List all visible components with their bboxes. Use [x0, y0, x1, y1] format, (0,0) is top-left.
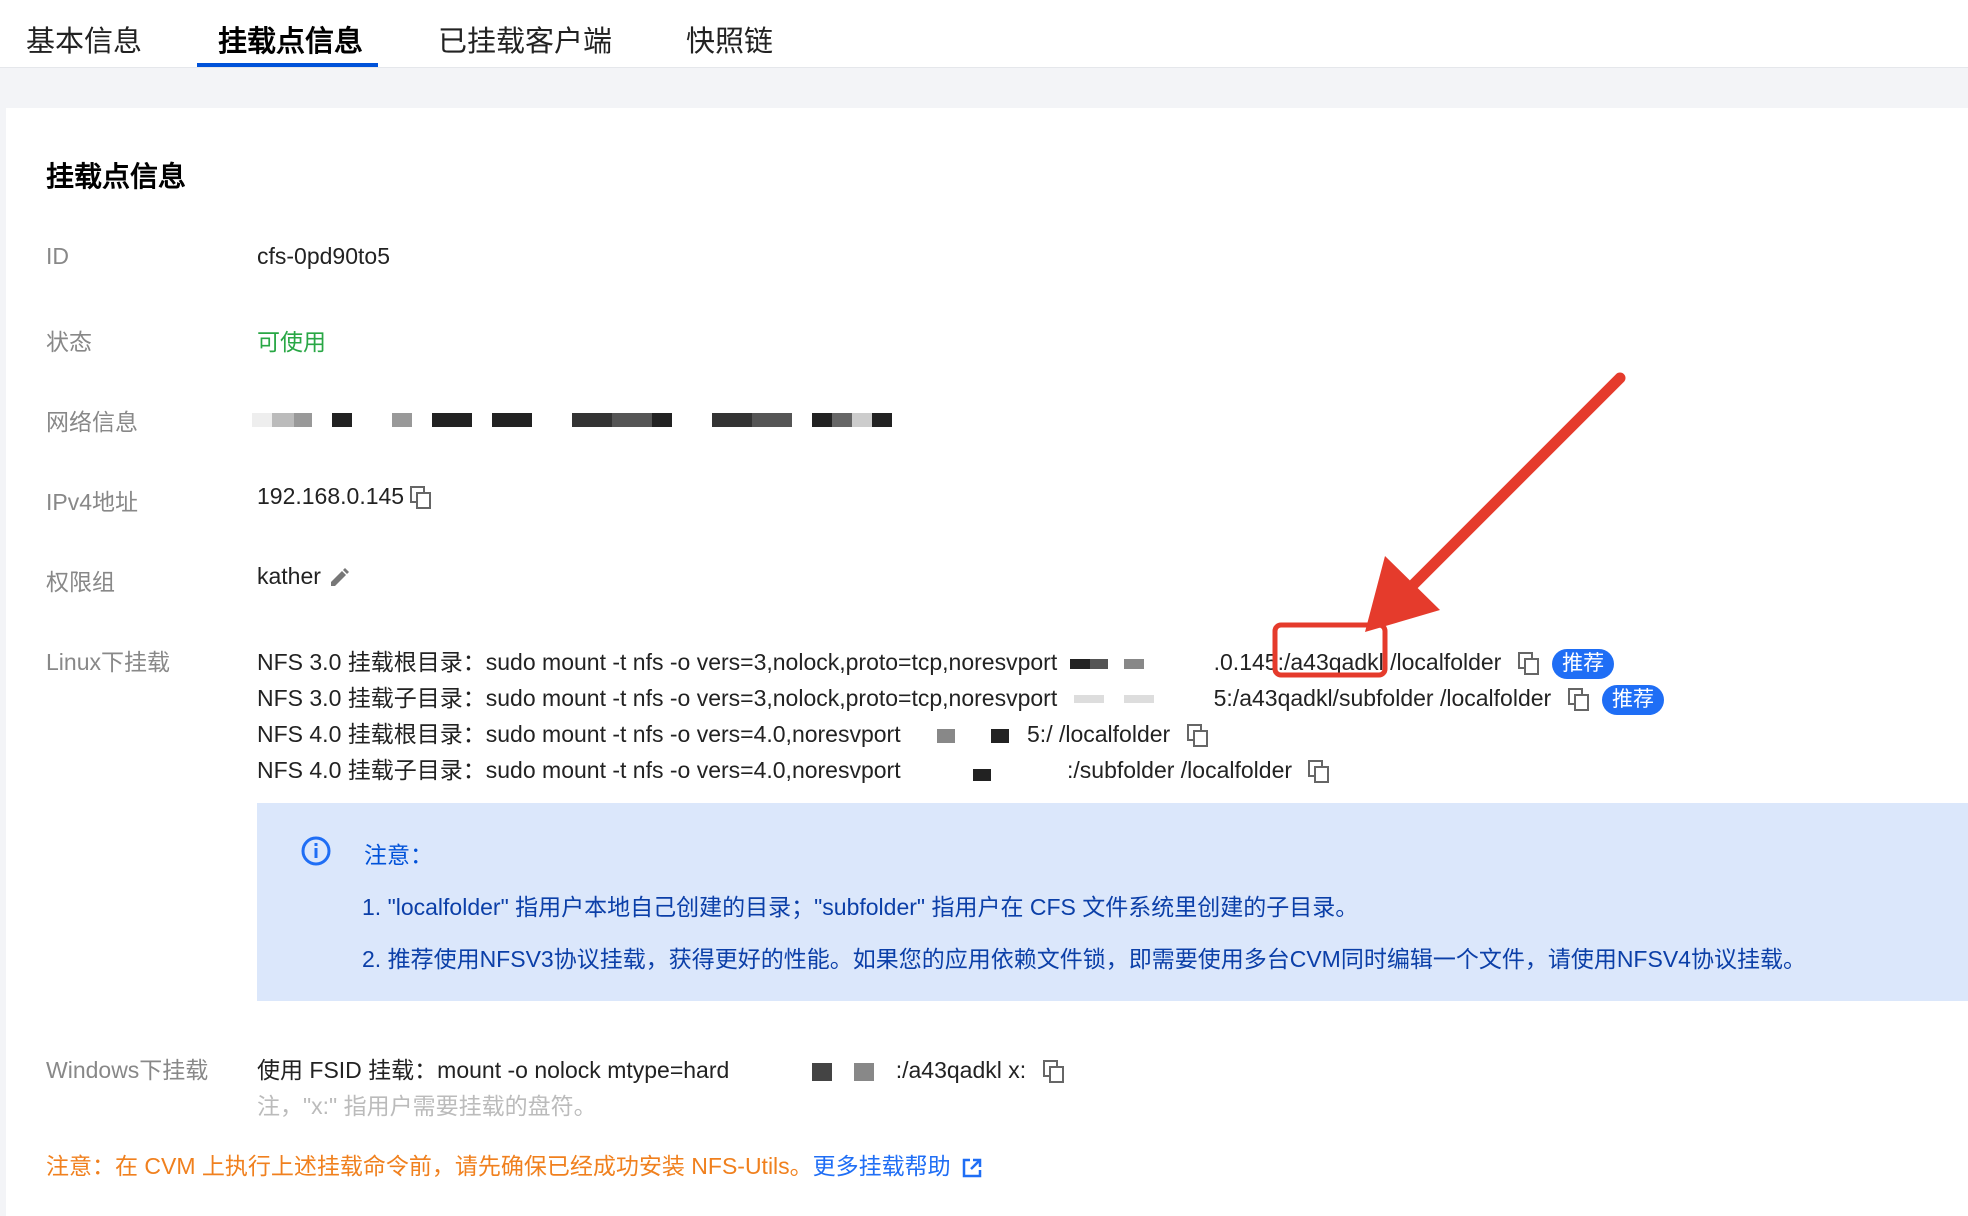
ipv4-value: 192.168.0.145	[257, 483, 405, 509]
cmd-text: sudo mount -t nfs -o vers=4.0,noresvport	[485, 721, 901, 747]
copy-icon[interactable]	[1308, 759, 1330, 784]
copy-icon[interactable]	[1517, 651, 1540, 676]
nfs3-subdir-cmd: NFS 3.0 挂载子目录：sudo mount -t nfs -o vers=…	[257, 679, 1664, 715]
cmd-text: mount -o nolock mtype=hard	[437, 1057, 730, 1083]
warning-text: 注意：在 CVM 上执行上述挂载命令前，请先确保已经成功安装 NFS-Utils…	[46, 1153, 813, 1179]
external-link-icon[interactable]	[961, 1157, 983, 1179]
active-tab-indicator	[197, 63, 378, 67]
nfs4-subdir-cmd: NFS 4.0 挂载子目录：sudo mount -t nfs -o vers=…	[257, 751, 1330, 784]
notice-line-2: 2. 推荐使用NFSV3协议挂载，获得更好的性能。如果您的应用依赖文件锁，即需要…	[362, 946, 1806, 972]
cmd-prefix: NFS 3.0 挂载子目录：	[257, 685, 486, 711]
tab-snapshot-chain[interactable]: 快照链	[686, 18, 773, 60]
cmd-text: sudo mount -t nfs -o vers=3,nolock,proto…	[485, 649, 1058, 675]
ipv4-row: 192.168.0.145	[257, 483, 432, 510]
nfs3-root-cmd: NFS 3.0 挂载根目录：sudo mount -t nfs -o vers=…	[257, 643, 1615, 679]
network-info-redacted	[252, 405, 912, 435]
windows-mount-cmd: 使用 FSID 挂载：mount -o nolock mtype=hard :/…	[257, 1051, 1065, 1084]
tab-mounted-clients[interactable]: 已挂载客户端	[438, 18, 612, 60]
notice-line-1: 1. "localfolder" 指用户本地自己创建的目录；"subfolder…	[362, 894, 1359, 920]
drive-letter-hint: 注，"x:" 指用户需要挂载的盘符。	[257, 1093, 597, 1119]
fs-path: / /localfolder	[1046, 721, 1171, 747]
host-redacted	[1064, 653, 1214, 675]
cmd-prefix: NFS 3.0 挂载根目录：	[257, 649, 486, 675]
windows-mount-label: Windows下挂载	[46, 1057, 209, 1083]
pencil-edit-icon[interactable]	[327, 566, 351, 590]
host-tail: .0.145:	[1213, 649, 1284, 675]
tab-basic-info[interactable]: 基本信息	[26, 18, 142, 60]
cmd-text: sudo mount -t nfs -o vers=4.0,noresvport	[485, 757, 901, 783]
cmd-prefix: NFS 4.0 挂载根目录：	[257, 721, 486, 747]
local-folder: /localfolder	[1383, 649, 1502, 675]
id-value: cfs-0pd90to5	[257, 243, 390, 269]
permission-group-value: kather	[257, 563, 321, 589]
ipv4-label: IPv4地址	[46, 489, 139, 515]
notice-title: 注意：	[364, 842, 433, 868]
status-value: 可使用	[257, 329, 326, 355]
id-label: ID	[46, 243, 69, 269]
host-redacted	[1064, 689, 1214, 711]
permission-group-row: kather	[257, 563, 351, 590]
install-warning: 注意：在 CVM 上执行上述挂载命令前，请先确保已经成功安装 NFS-Utils…	[46, 1147, 983, 1181]
copy-icon[interactable]	[1042, 1059, 1065, 1084]
host-redacted	[907, 725, 1027, 747]
tab-mount-point-info[interactable]: 挂载点信息	[218, 18, 363, 60]
more-help-link[interactable]: 更多挂载帮助	[813, 1153, 951, 1179]
network-label: 网络信息	[46, 409, 138, 435]
host-redacted	[907, 761, 1067, 783]
status-label: 状态	[46, 329, 92, 355]
host-tail: 5:	[1027, 721, 1047, 747]
fs-path-highlighted: /a43qadkl	[1283, 649, 1384, 675]
permission-group-label: 权限组	[46, 569, 115, 595]
copy-icon[interactable]	[410, 485, 432, 510]
fs-subpath: /subfolder /localfolder	[1073, 757, 1293, 783]
nfs4-root-cmd: NFS 4.0 挂载根目录：sudo mount -t nfs -o vers=…	[257, 715, 1209, 748]
recommended-badge: 推荐	[1601, 684, 1664, 715]
copy-icon[interactable]	[1186, 723, 1209, 748]
copy-icon[interactable]	[1567, 687, 1590, 712]
cmd-prefix: 使用 FSID 挂载：	[257, 1057, 438, 1083]
host-redacted	[736, 1061, 896, 1083]
windows-cmd-tail: :/a43qadkl x:	[895, 1057, 1027, 1083]
host-tail: 5:	[1213, 685, 1233, 711]
section-title: 挂载点信息	[46, 161, 187, 192]
recommended-badge: 推荐	[1552, 648, 1615, 679]
linux-mount-label: Linux下挂载	[46, 649, 170, 675]
cmd-text: sudo mount -t nfs -o vers=3,nolock,proto…	[485, 685, 1058, 711]
cmd-prefix: NFS 4.0 挂载子目录：	[257, 757, 486, 783]
tab-bar: 基本信息 挂载点信息 已挂载客户端 快照链	[0, 0, 1968, 68]
fs-subpath: /a43qadkl/subfolder /localfolder	[1232, 685, 1552, 711]
info-icon	[301, 836, 331, 866]
